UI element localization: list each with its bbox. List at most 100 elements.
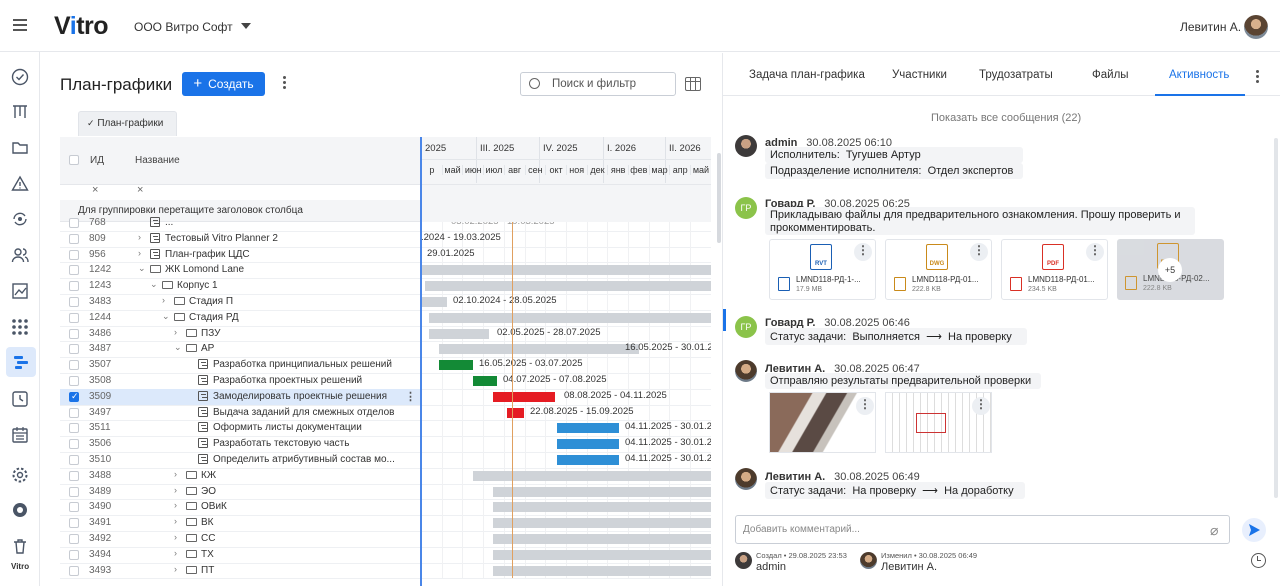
row-checkbox[interactable] — [69, 360, 79, 371]
tabs-more-icon[interactable] — [1256, 70, 1259, 83]
clear-filter-name[interactable]: × — [137, 184, 143, 196]
table-row[interactable]: 3486 › ПЗУ — [60, 326, 421, 342]
table-row[interactable]: 3487 ⌄ АР — [60, 341, 421, 357]
row-checkbox[interactable] — [69, 312, 79, 323]
chevron-right-icon[interactable]: › — [138, 248, 141, 258]
splitter[interactable] — [420, 137, 422, 586]
attachment-more-icon[interactable]: ⋮ — [972, 397, 990, 415]
table-row[interactable]: 3491 › ВК — [60, 515, 421, 531]
gantt-bar[interactable] — [557, 439, 619, 450]
row-checkbox[interactable]: ✓ — [69, 391, 79, 402]
table-row[interactable]: 1243 ⌄ Корпус 1 — [60, 278, 421, 294]
table-row[interactable]: 1244 ⌄ Стадия РД — [60, 310, 421, 326]
row-checkbox[interactable] — [69, 534, 79, 544]
user-avatar[interactable] — [1244, 15, 1268, 39]
clear-filter-id[interactable]: × — [92, 184, 98, 196]
send-button[interactable] — [1242, 518, 1266, 542]
settings-icon[interactable] — [8, 463, 32, 487]
tab-activity[interactable]: Активность — [1169, 69, 1229, 81]
gantt-bar[interactable] — [493, 549, 711, 560]
org-selector[interactable]: ООО Витро Софт — [134, 20, 252, 34]
file-more-icon[interactable]: ⋮ — [1086, 243, 1104, 261]
menu-icon[interactable] — [13, 19, 27, 31]
chevron-right-icon[interactable]: › — [162, 295, 165, 305]
row-checkbox[interactable] — [69, 565, 79, 576]
image-attachment[interactable]: ⋮ — [769, 392, 876, 453]
row-checkbox[interactable] — [69, 233, 79, 244]
row-checkbox[interactable] — [69, 423, 79, 434]
table-row[interactable]: 768... — [60, 215, 421, 231]
table-row[interactable]: 3511 Оформить листы документации — [60, 420, 421, 436]
table-row[interactable]: 3497 Выдача заданий для смежных отделов — [60, 405, 421, 421]
table-row[interactable]: 3488 › КЖ — [60, 468, 421, 484]
apps-icon[interactable] — [8, 315, 32, 339]
more-icon[interactable] — [283, 76, 287, 89]
gantt-bar[interactable] — [493, 565, 711, 576]
tab-plan-graphs[interactable]: ✓ План-графики — [78, 111, 177, 136]
chart-icon[interactable] — [8, 279, 32, 303]
warning-icon[interactable] — [8, 172, 32, 196]
chevron-right-icon[interactable]: › — [138, 232, 141, 242]
tab-files[interactable]: Файлы — [1092, 69, 1129, 81]
chevron-down-icon[interactable]: ⌄ — [174, 342, 182, 353]
help-icon[interactable] — [8, 498, 32, 522]
gantt-bar[interactable] — [493, 486, 711, 497]
user-name[interactable]: Левитин А. — [1180, 20, 1241, 34]
table-row[interactable]: 1242 ⌄ ЖК Lomond Lane — [60, 262, 421, 278]
row-checkbox[interactable] — [69, 249, 79, 260]
chevron-right-icon[interactable]: › — [174, 532, 177, 542]
chevron-down-icon[interactable]: ⌄ — [138, 263, 146, 274]
file-attachment[interactable]: DWG LMND118-РД-01... 222.8 KB ⋮ — [885, 239, 992, 300]
table-row[interactable]: ✓ 3509 Замоделировать проектные решения ⋮ — [60, 388, 421, 405]
row-more-icon[interactable]: ⋮ — [405, 390, 416, 403]
file-attachment[interactable]: PDF LMND118-РД-01... 234.5 KB ⋮ — [1001, 239, 1108, 300]
file-more-icon[interactable]: ⋮ — [854, 243, 872, 261]
chevron-right-icon[interactable]: › — [174, 485, 177, 495]
table-row[interactable]: 3507 Разработка принципиальных решений — [60, 357, 421, 373]
chevron-right-icon[interactable]: › — [174, 564, 177, 574]
trash-icon[interactable] — [8, 534, 32, 558]
row-checkbox[interactable] — [69, 328, 79, 339]
show-all-messages-link[interactable]: Показать все сообщения (22) — [931, 112, 1081, 124]
gantt-bar[interactable] — [473, 376, 497, 386]
create-button[interactable]: + Создать — [182, 72, 265, 96]
row-checkbox[interactable] — [69, 470, 79, 481]
row-checkbox[interactable] — [69, 502, 79, 513]
tab-participants[interactable]: Участники — [892, 69, 947, 81]
chevron-down-icon[interactable]: ⌄ — [162, 311, 170, 322]
table-row[interactable]: 3510 Определить атрибутивный состав мо... — [60, 452, 421, 468]
gantt-bar[interactable] — [425, 281, 711, 292]
row-checkbox[interactable] — [69, 376, 79, 386]
calendar-icon[interactable] — [8, 423, 32, 447]
gantt-bar[interactable] — [473, 470, 711, 481]
table-row[interactable]: 3494 › ТХ — [60, 547, 421, 563]
kanban-icon[interactable] — [8, 100, 32, 124]
comment-input[interactable]: Добавить комментарий... ⌀ — [735, 515, 1230, 544]
table-row[interactable]: 809 › Тестовый Vitro Planner 2 — [60, 231, 421, 247]
row-checkbox[interactable] — [69, 297, 79, 307]
gantt-bar[interactable] — [421, 265, 711, 276]
app-logo[interactable]: Vitro — [54, 12, 109, 41]
folder-icon[interactable] — [8, 136, 32, 160]
row-checkbox[interactable] — [69, 281, 79, 292]
row-checkbox[interactable] — [69, 486, 79, 497]
image-attachment[interactable]: ⋮ — [885, 392, 992, 453]
attachment-more-icon[interactable]: ⋮ — [856, 397, 874, 415]
table-row[interactable]: 3493 › ПТ — [60, 563, 421, 579]
gantt-bar[interactable] — [439, 360, 473, 371]
row-checkbox[interactable] — [69, 344, 79, 355]
gantt-bar[interactable] — [429, 328, 489, 339]
chevron-right-icon[interactable]: › — [174, 469, 177, 479]
table-row[interactable]: 3508 Разработка проектных решений — [60, 373, 421, 389]
row-checkbox[interactable] — [69, 439, 79, 450]
attach-icon[interactable]: ⌀ — [1210, 522, 1218, 539]
chevron-right-icon[interactable]: › — [174, 548, 177, 558]
users-icon[interactable] — [8, 243, 32, 267]
gantt-bar[interactable] — [493, 534, 711, 544]
gantt-bar[interactable] — [493, 502, 711, 513]
activity-scrollbar[interactable] — [1274, 138, 1278, 498]
chevron-right-icon[interactable]: › — [174, 516, 177, 526]
column-header-id[interactable]: ИД — [90, 155, 104, 166]
history-icon[interactable] — [1251, 553, 1266, 568]
tab-labor[interactable]: Трудозатраты — [979, 69, 1053, 81]
